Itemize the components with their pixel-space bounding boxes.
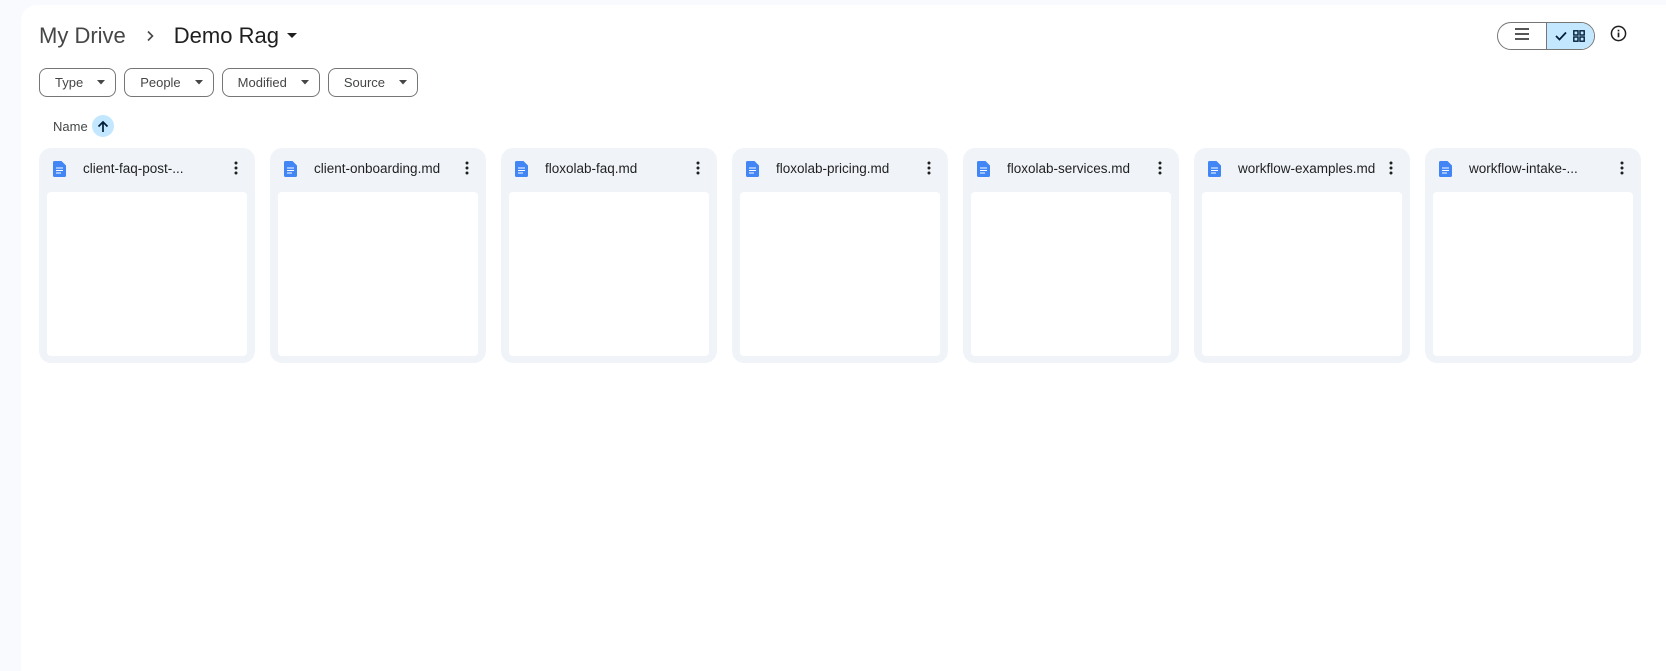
file-name: client-faq-post-... — [83, 161, 184, 176]
more-options-icon[interactable] — [687, 157, 709, 179]
filter-people-label: People — [140, 75, 181, 90]
more-options-icon[interactable] — [1611, 157, 1633, 179]
view-toggle — [1497, 22, 1595, 50]
file-thumbnail — [509, 192, 709, 356]
more-options-icon[interactable] — [456, 157, 478, 179]
file-name: workflow-intake-... — [1469, 161, 1578, 176]
filter-modified[interactable]: Modified — [221, 68, 320, 97]
caret-down-icon — [399, 80, 408, 85]
file-name: floxolab-pricing.md — [776, 161, 890, 176]
document-icon — [1439, 161, 1452, 177]
more-options-icon[interactable] — [1380, 157, 1402, 179]
file-thumbnail — [971, 192, 1171, 356]
filter-type[interactable]: Type — [39, 68, 117, 97]
file-thumbnail — [1202, 192, 1402, 356]
breadcrumb: My Drive Demo Rag — [39, 18, 301, 54]
file-name: workflow-examples.md — [1238, 161, 1376, 176]
caret-down-icon — [286, 33, 297, 39]
filter-source-label: Source — [343, 75, 386, 90]
file-name: floxolab-services.md — [1007, 161, 1131, 176]
file-thumbnail — [278, 192, 478, 356]
more-options-icon[interactable] — [918, 157, 940, 179]
document-icon — [284, 161, 297, 177]
arrow-up-icon — [97, 120, 109, 133]
file-thumbnail — [1433, 192, 1633, 356]
list-view-button[interactable] — [1498, 23, 1547, 49]
document-icon — [977, 161, 990, 177]
file-thumbnail — [47, 192, 247, 356]
check-icon — [1555, 31, 1567, 41]
file-card[interactable]: client-faq-post-... — [39, 148, 255, 363]
sort-label[interactable]: Name — [53, 119, 88, 134]
more-options-icon[interactable] — [1149, 157, 1171, 179]
document-icon — [53, 161, 66, 177]
document-icon — [746, 161, 759, 177]
breadcrumb-my-drive[interactable]: My Drive — [39, 23, 126, 49]
filter-type-label: Type — [55, 75, 84, 90]
list-icon — [1514, 27, 1529, 45]
filter-modified-label: Modified — [237, 75, 287, 90]
caret-down-icon — [194, 80, 203, 85]
caret-down-icon — [300, 80, 309, 85]
document-icon — [1208, 161, 1221, 177]
more-options-icon[interactable] — [225, 157, 247, 179]
file-card[interactable]: workflow-examples.md — [1194, 148, 1410, 363]
grid-icon — [1573, 30, 1586, 42]
sort-direction-button[interactable] — [91, 115, 114, 137]
file-name: client-onboarding.md — [314, 161, 441, 176]
info-button[interactable] — [1603, 21, 1633, 51]
filter-bar: Type People Modified Source — [39, 68, 419, 97]
file-card[interactable]: floxolab-faq.md — [501, 148, 717, 363]
grid-view-button[interactable] — [1546, 23, 1594, 49]
info-icon — [1610, 25, 1627, 47]
current-folder-button[interactable]: Demo Rag — [170, 21, 301, 51]
file-card[interactable]: workflow-intake-... — [1425, 148, 1641, 363]
filter-people[interactable]: People — [124, 68, 214, 97]
document-icon — [515, 161, 528, 177]
current-folder-label: Demo Rag — [173, 23, 279, 48]
file-thumbnail — [740, 192, 940, 356]
filter-source[interactable]: Source — [327, 68, 419, 97]
file-name: floxolab-faq.md — [545, 161, 638, 176]
chevron-right-icon — [144, 30, 156, 42]
sort-control: Name — [53, 115, 114, 137]
caret-down-icon — [97, 80, 106, 85]
file-card[interactable]: floxolab-services.md — [963, 148, 1179, 363]
file-card[interactable]: client-onboarding.md — [270, 148, 486, 363]
file-card[interactable]: floxolab-pricing.md — [732, 148, 948, 363]
